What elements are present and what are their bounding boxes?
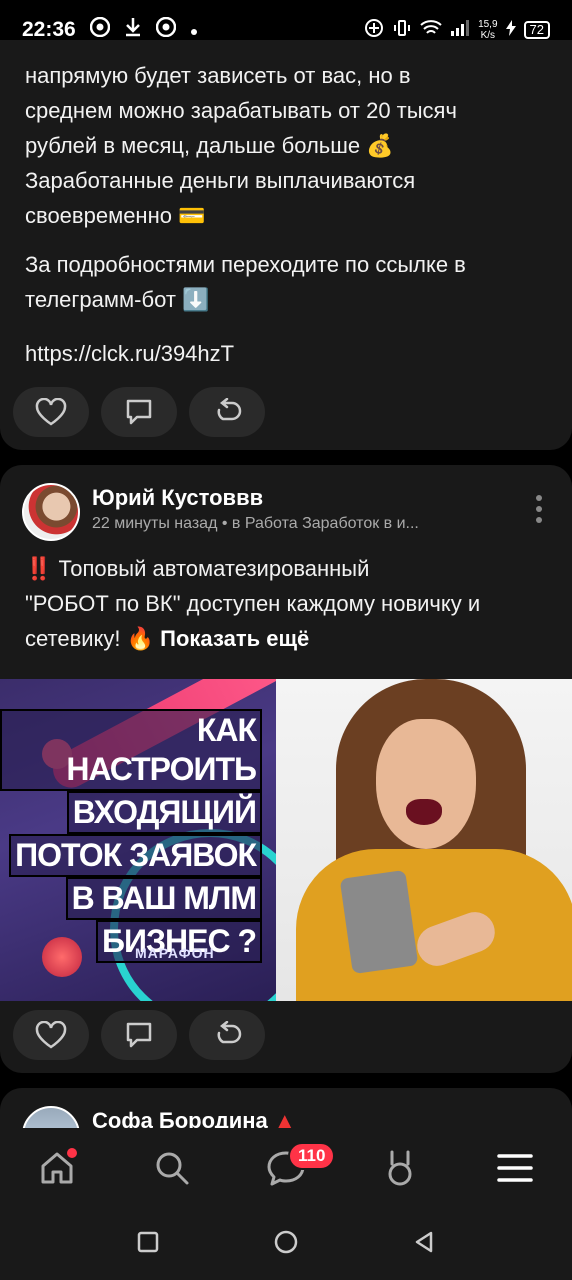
home-button[interactable] bbox=[273, 1229, 299, 1260]
comment-button[interactable] bbox=[101, 1010, 177, 1060]
avatar[interactable] bbox=[22, 483, 80, 541]
battery-indicator: 72 bbox=[523, 21, 550, 39]
network-speed: 15,9 K/s bbox=[478, 19, 498, 41]
share-button[interactable] bbox=[189, 387, 265, 437]
nav-menu[interactable] bbox=[485, 1138, 545, 1198]
nav-services[interactable] bbox=[370, 1138, 430, 1198]
search-icon bbox=[156, 1152, 189, 1185]
image-title: КАК НАСТРОИТЬ ВХОДЯЩИЙ ПОТОК ЗАЯВОК В ВА… bbox=[0, 709, 262, 963]
like-button[interactable] bbox=[13, 387, 89, 437]
heart-icon bbox=[35, 1021, 67, 1049]
post-card: Юрий Кустоввв 22 минуты назад • в Работа… bbox=[0, 465, 572, 1073]
post-actions bbox=[13, 1010, 265, 1060]
nav-search[interactable] bbox=[142, 1138, 202, 1198]
recents-button[interactable] bbox=[136, 1230, 160, 1259]
circle-icon bbox=[274, 1230, 298, 1253]
square-icon bbox=[138, 1231, 159, 1252]
author-name[interactable]: Юрий Кустоввв bbox=[92, 485, 263, 511]
share-button[interactable] bbox=[189, 1010, 265, 1060]
post-header: Юрий Кустоввв 22 минуты назад • в Работа… bbox=[22, 483, 552, 543]
services-icon bbox=[388, 1150, 412, 1186]
share-icon bbox=[217, 398, 242, 421]
comment-icon bbox=[126, 399, 152, 425]
back-button[interactable] bbox=[412, 1230, 436, 1259]
post-actions bbox=[13, 387, 265, 437]
status-time: 22:36 bbox=[22, 18, 76, 41]
menu-icon bbox=[497, 1154, 533, 1182]
triangle-back-icon bbox=[415, 1231, 432, 1252]
bottom-navigation: 110 bbox=[0, 1128, 572, 1208]
data-saver-icon bbox=[364, 18, 384, 43]
promo-image: КАК НАСТРОИТЬ ВХОДЯЩИЙ ПОТОК ЗАЯВОК В ВА… bbox=[0, 679, 276, 1001]
show-more-link[interactable]: Показать ещё bbox=[160, 626, 309, 651]
system-icons: 15,9 K/s 72 bbox=[364, 18, 550, 43]
dot-icon bbox=[190, 18, 198, 42]
more-options-icon[interactable] bbox=[534, 495, 544, 523]
nav-home[interactable] bbox=[27, 1138, 87, 1198]
comment-icon bbox=[126, 1022, 152, 1048]
photo-woman-phone bbox=[276, 679, 572, 1001]
post-text: За подробностями переходите по ссылке в … bbox=[25, 252, 466, 312]
signal-icon bbox=[450, 19, 470, 42]
vibrate-icon bbox=[392, 18, 412, 43]
charging-icon bbox=[505, 19, 516, 41]
nav-messages[interactable]: 110 bbox=[256, 1138, 336, 1198]
like-button[interactable] bbox=[13, 1010, 89, 1060]
wifi-icon bbox=[420, 19, 442, 42]
post-image[interactable]: КАК НАСТРОИТЬ ВХОДЯЩИЙ ПОТОК ЗАЯВОК В ВА… bbox=[0, 679, 572, 1001]
post-link[interactable]: https://clck.ru/394hzT bbox=[25, 336, 545, 371]
heart-icon bbox=[35, 398, 67, 426]
image-caption: МАРАФОН bbox=[135, 945, 215, 961]
post-meta[interactable]: 22 минуты назад • в Работа Заработок в и… bbox=[92, 515, 502, 533]
post-text: ‼️ Топовый автоматезированный "РОБОТ по … bbox=[25, 556, 481, 651]
share-icon bbox=[217, 1021, 242, 1044]
comment-button[interactable] bbox=[101, 387, 177, 437]
messages-badge: 110 bbox=[287, 1142, 336, 1170]
system-navigation bbox=[0, 1208, 572, 1280]
post-text: напрямую будет зависеть от вас, но в сре… bbox=[25, 63, 457, 228]
post-card: напрямую будет зависеть от вас, но в сре… bbox=[0, 40, 572, 450]
